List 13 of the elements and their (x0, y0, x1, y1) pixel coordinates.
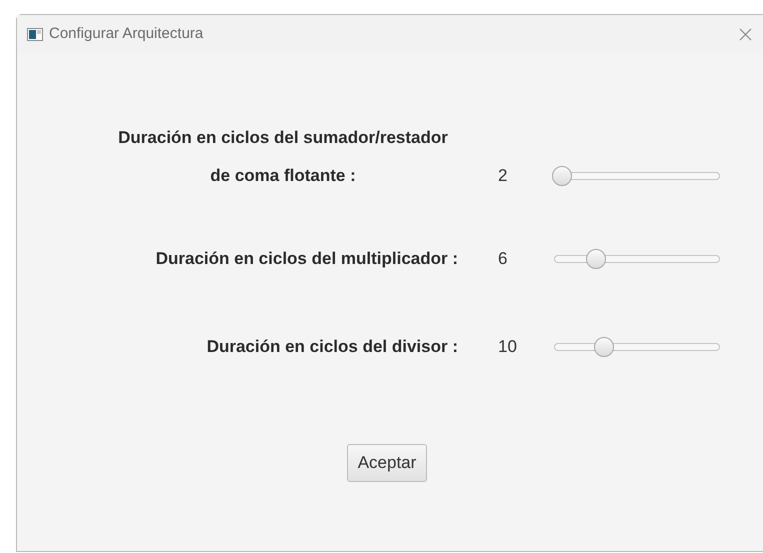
accept-button[interactable]: Aceptar (346, 444, 428, 482)
setting-value: 10 (497, 336, 518, 358)
setting-label: Duración en ciclos del multiplicador : (156, 248, 458, 270)
setting-label: Duración en ciclos del divisor : (206, 336, 458, 358)
setting-value: 2 (497, 165, 508, 187)
setting-label: Duración en ciclos del sumador/restador de coma flotante : (117, 127, 449, 187)
slider-thumb[interactable] (552, 166, 572, 186)
setting-value: 6 (497, 248, 508, 270)
close-icon (738, 28, 752, 40)
window-title: Configurar Arquitectura (49, 24, 204, 44)
window-icon (27, 28, 43, 40)
slider-thumb[interactable] (586, 249, 606, 269)
slider-thumb[interactable] (594, 337, 614, 357)
